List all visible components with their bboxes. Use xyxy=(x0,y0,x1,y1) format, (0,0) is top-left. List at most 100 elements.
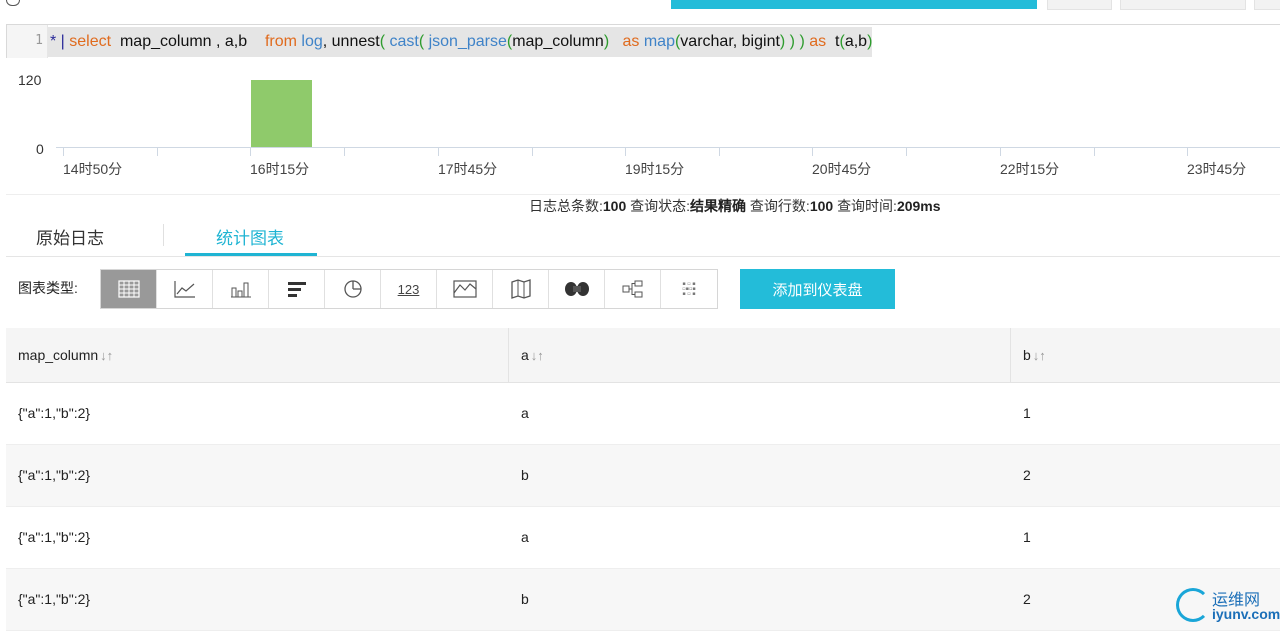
tab-divider xyxy=(163,224,164,246)
cell-map-column: {"a":1,"b":2} xyxy=(18,467,91,483)
flow-chart-icon xyxy=(622,280,642,298)
table-row: {"a":1,"b":2} b 2 xyxy=(6,445,1280,507)
chart-type-area-button[interactable] xyxy=(437,270,493,308)
x-tick xyxy=(532,148,533,156)
cell-a: a xyxy=(521,529,529,545)
table-icon xyxy=(117,280,140,298)
cell-a: b xyxy=(521,467,529,483)
y-tick-label: 120 xyxy=(18,72,42,88)
query-token: t xyxy=(826,33,840,50)
x-tick xyxy=(906,148,907,156)
query-token xyxy=(609,33,622,50)
row-count-value: 100 xyxy=(809,198,834,214)
results-table: map_column ↓↑ a ↓↑ b ↓↑ {"a":1,"b":2} a 1 {… xyxy=(6,328,1280,631)
query-editor[interactable]: 1 * | select map_column , a,b from log, … xyxy=(6,24,1280,60)
row-count-label: 查询行数: xyxy=(749,198,810,214)
active-tab-indicator xyxy=(185,253,317,256)
tab-stats-chart[interactable]: 统计图表 xyxy=(216,224,284,249)
top-toolbar-strip xyxy=(0,0,1280,12)
query-token: | xyxy=(60,33,70,50)
column-header-map-column[interactable]: map_column ↓↑ xyxy=(6,328,509,382)
x-tick xyxy=(1094,148,1095,156)
query-token: map_column xyxy=(512,33,604,50)
total-count-value: 100 xyxy=(602,198,627,214)
clock-icon xyxy=(6,0,20,6)
chart-type-table-button[interactable] xyxy=(101,270,157,308)
column-header-a[interactable]: a ↓↑ xyxy=(509,328,1011,382)
logo-ring-icon xyxy=(1176,588,1210,622)
x-tick-label: 16时15分 xyxy=(250,161,310,177)
line-number: 1 xyxy=(35,33,43,48)
query-status-value: 结果精确 xyxy=(690,198,747,214)
x-tick xyxy=(625,148,626,156)
cell-map-column: {"a":1,"b":2} xyxy=(18,529,91,545)
x-axis xyxy=(56,147,1280,148)
query-token: ( xyxy=(418,33,429,50)
table-row: {"a":1,"b":2} a 1 xyxy=(6,383,1280,445)
chart-type-flow-button[interactable] xyxy=(605,270,661,308)
chart-type-toolbar: 图表类型: 123 ▪ ▫ ▪ ▫▪▫▪ ▪ ▫ ▪ 添加到仪表盘 xyxy=(6,262,1280,314)
cell-map-column: {"a":1,"b":2} xyxy=(18,405,91,421)
pie-chart-icon xyxy=(343,280,362,298)
query-token: json_parse xyxy=(428,33,507,50)
sort-icon[interactable]: ↓↑ xyxy=(1033,348,1046,363)
query-token: as xyxy=(809,33,827,50)
chart-type-line-button[interactable] xyxy=(157,270,213,308)
x-tick xyxy=(438,148,439,156)
query-text[interactable]: * | select map_column , a,b from log, un… xyxy=(48,27,873,57)
chart-type-label: 图表类型: xyxy=(18,280,78,296)
x-tick-label: 14时50分 xyxy=(63,161,123,177)
cell-map-column: {"a":1,"b":2} xyxy=(18,591,91,607)
x-tick-label: 19时15分 xyxy=(625,161,685,177)
query-token: map_column , a,b xyxy=(111,33,265,50)
word-cloud-icon: ▪ ▫ ▪ ▫▪▫▪ ▪ ▫ ▪ xyxy=(682,280,696,297)
x-tick xyxy=(344,148,345,156)
table-header: map_column ↓↑ a ↓↑ b ↓↑ xyxy=(6,328,1280,383)
toolbar-button-3[interactable] xyxy=(1254,0,1280,10)
query-time-label: 查询时间: xyxy=(837,198,897,214)
x-tick xyxy=(812,148,813,156)
x-tick xyxy=(1000,148,1001,156)
toolbar-button-2[interactable] xyxy=(1120,0,1246,10)
watermark-logo: 运维网 iyunv.com xyxy=(1176,582,1280,628)
x-tick-label: 23时45分 xyxy=(1187,161,1247,177)
tab-raw-logs[interactable]: 原始日志 xyxy=(36,224,104,249)
add-to-dashboard-button[interactable]: 添加到仪表盘 xyxy=(740,269,895,309)
result-tabs: 原始日志 统计图表 xyxy=(6,216,1280,257)
cell-a: a xyxy=(521,405,529,421)
chart-type-world-map-button[interactable] xyxy=(549,270,605,308)
chart-type-pie-button[interactable] xyxy=(325,270,381,308)
sort-icon[interactable]: ↓↑ xyxy=(100,348,113,363)
search-button[interactable] xyxy=(671,0,1037,9)
toolbar-button-1[interactable] xyxy=(1047,0,1112,10)
chart-type-hbar-button[interactable] xyxy=(269,270,325,308)
x-tick xyxy=(157,148,158,156)
query-token: from xyxy=(264,33,297,50)
chart-type-map-button[interactable] xyxy=(493,270,549,308)
histogram-bar[interactable] xyxy=(251,80,312,147)
query-token: select xyxy=(69,33,112,50)
number-icon: 123 xyxy=(397,281,420,297)
x-tick-label: 20时45分 xyxy=(812,161,872,177)
chart-type-bar-button[interactable] xyxy=(213,270,269,308)
table-row: {"a":1,"b":2} a 1 xyxy=(6,507,1280,569)
chart-type-wordcloud-button[interactable]: ▪ ▫ ▪ ▫▪▫▪ ▪ ▫ ▪ xyxy=(661,270,717,308)
query-token: log xyxy=(301,33,323,50)
query-token: a,b xyxy=(844,33,868,50)
log-histogram: 120 0 14时50分 16时15分 17时45分 19时15分 20时45分 22时1… xyxy=(6,58,1280,195)
sort-icon[interactable]: ↓↑ xyxy=(531,348,544,363)
cell-a: b xyxy=(521,591,529,607)
y-tick-label: 0 xyxy=(36,141,44,157)
query-token: map xyxy=(643,33,675,50)
column-header-b[interactable]: b ↓↑ xyxy=(1011,328,1280,382)
horizontal-bar-icon xyxy=(287,282,306,297)
query-token: ) xyxy=(867,33,873,50)
x-tick xyxy=(63,148,64,156)
total-count-label: 日志总条数: xyxy=(529,198,603,214)
cell-b: 1 xyxy=(1023,529,1031,545)
x-tick-label: 17时45分 xyxy=(438,161,498,177)
chart-type-number-button[interactable]: 123 xyxy=(381,270,437,308)
query-token: , unnest xyxy=(322,33,380,50)
bar-chart-icon xyxy=(230,282,251,298)
column-header-label: b xyxy=(1023,347,1031,363)
